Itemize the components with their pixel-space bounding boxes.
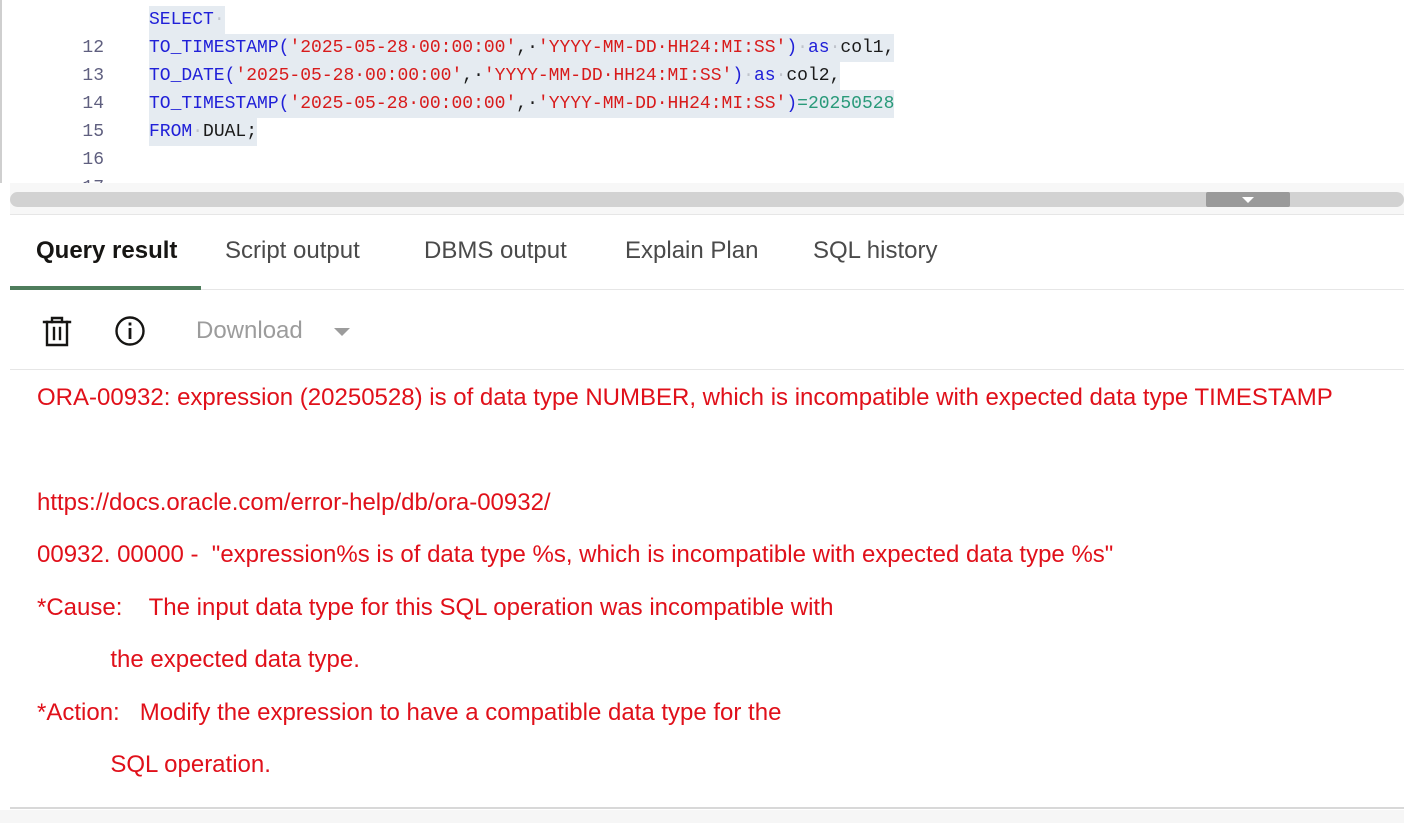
error-cause-line: the expected data type. bbox=[37, 646, 360, 673]
code-token: ,· bbox=[462, 66, 484, 86]
code-token: TO_TIMESTAMP( bbox=[149, 38, 290, 58]
error-help-link[interactable]: https://docs.oracle.com/error-help/db/or… bbox=[37, 488, 551, 518]
code-text[interactable]: TO_DATE('2025-05-28·00:00:00',·'YYYY-MM-… bbox=[149, 62, 841, 90]
code-token: 'YYYY-MM-DD·HH24:MI:SS' bbox=[483, 66, 733, 86]
tab-script-output[interactable]: Script output bbox=[225, 216, 360, 290]
horizontal-scrollbar[interactable] bbox=[10, 192, 1404, 207]
code-line[interactable]: 17 bbox=[2, 146, 1404, 198]
code-token: FROM bbox=[149, 122, 193, 142]
query-output: ORA-00932: expression (20250528) is of d… bbox=[10, 371, 1404, 809]
code-token: TO_TIMESTAMP( bbox=[149, 94, 290, 114]
code-token: col2, bbox=[786, 66, 841, 86]
code-line[interactable]: 15 TO_TIMESTAMP('2025-05-28·00:00:00',·'… bbox=[2, 90, 1404, 142]
code-line[interactable]: 14 TO_DATE('2025-05-28·00:00:00',·'YYYY-… bbox=[2, 62, 1404, 114]
code-token: '2025-05-28·00:00:00' bbox=[289, 94, 517, 114]
code-line[interactable]: 13 TO_TIMESTAMP('2025-05-28·00:00:00',·'… bbox=[2, 34, 1404, 86]
code-editor[interactable]: 12 SELECT· 13 TO_TIMESTAMP('2025-05-28·0… bbox=[0, 0, 1404, 198]
bottom-edge bbox=[0, 810, 1404, 823]
download-button[interactable]: Download bbox=[196, 314, 303, 348]
code-token: '2025-05-28·00:00:00' bbox=[289, 38, 517, 58]
code-line[interactable]: 16 FROM·DUAL; bbox=[2, 118, 1404, 170]
code-token: TO_DATE( bbox=[149, 66, 236, 86]
code-token: · bbox=[213, 10, 225, 30]
code-token: =20250528 bbox=[797, 94, 895, 114]
panel-splitter[interactable] bbox=[10, 183, 1404, 215]
code-token: '2025-05-28·00:00:00' bbox=[235, 66, 463, 86]
code-token: ) bbox=[732, 66, 744, 86]
sql-worksheet: 12 SELECT· 13 TO_TIMESTAMP('2025-05-28·0… bbox=[0, 0, 1404, 823]
output-tabs: Query result Script output DBMS output E… bbox=[9, 216, 1404, 290]
code-text[interactable]: TO_TIMESTAMP('2025-05-28·00:00:00',·'YYY… bbox=[149, 90, 895, 118]
collapse-handle[interactable] bbox=[1206, 192, 1290, 207]
code-token: ) bbox=[786, 38, 798, 58]
error-action-line: SQL operation. bbox=[37, 751, 271, 778]
code-token: · bbox=[775, 66, 787, 86]
code-token: ) bbox=[786, 94, 798, 114]
code-token: 'YYYY-MM-DD·HH24:MI:SS' bbox=[537, 94, 787, 114]
code-token: · bbox=[743, 66, 754, 86]
code-token: ,· bbox=[516, 94, 538, 114]
error-cause-line: *Cause: The input data type for this SQL… bbox=[37, 594, 834, 621]
code-token: DUAL; bbox=[203, 122, 258, 142]
code-token: as bbox=[807, 38, 830, 58]
error-title: ORA-00932: expression (20250528) is of d… bbox=[37, 384, 1333, 411]
code-token: · bbox=[829, 38, 841, 58]
code-text[interactable]: TO_TIMESTAMP('2025-05-28·00:00:00',·'YYY… bbox=[149, 34, 895, 62]
code-token: · bbox=[192, 122, 204, 142]
code-token: · bbox=[797, 38, 808, 58]
code-token: SELECT bbox=[149, 10, 214, 30]
error-action-line: *Action: Modify the expression to have a… bbox=[37, 699, 782, 726]
tab-sql-history[interactable]: SQL history bbox=[813, 216, 938, 290]
info-icon[interactable] bbox=[113, 314, 147, 348]
code-token: as bbox=[753, 66, 776, 86]
code-token: ,· bbox=[516, 38, 538, 58]
chevron-down-icon[interactable] bbox=[334, 328, 350, 336]
code-text[interactable]: SELECT· bbox=[149, 6, 225, 34]
result-toolbar: Download bbox=[10, 290, 1404, 370]
trash-icon[interactable] bbox=[40, 314, 74, 348]
code-line[interactable]: 12 SELECT· bbox=[2, 6, 1404, 58]
code-token: 'YYYY-MM-DD·HH24:MI:SS' bbox=[537, 38, 787, 58]
code-token: col1, bbox=[840, 38, 895, 58]
tab-dbms-output[interactable]: DBMS output bbox=[424, 216, 567, 290]
tab-explain-plan[interactable]: Explain Plan bbox=[625, 216, 758, 290]
code-text[interactable]: FROM·DUAL; bbox=[149, 118, 258, 146]
error-code-line: 00932. 00000 - "expression%s is of data … bbox=[37, 541, 1114, 568]
tab-query-result[interactable]: Query result bbox=[9, 216, 202, 290]
